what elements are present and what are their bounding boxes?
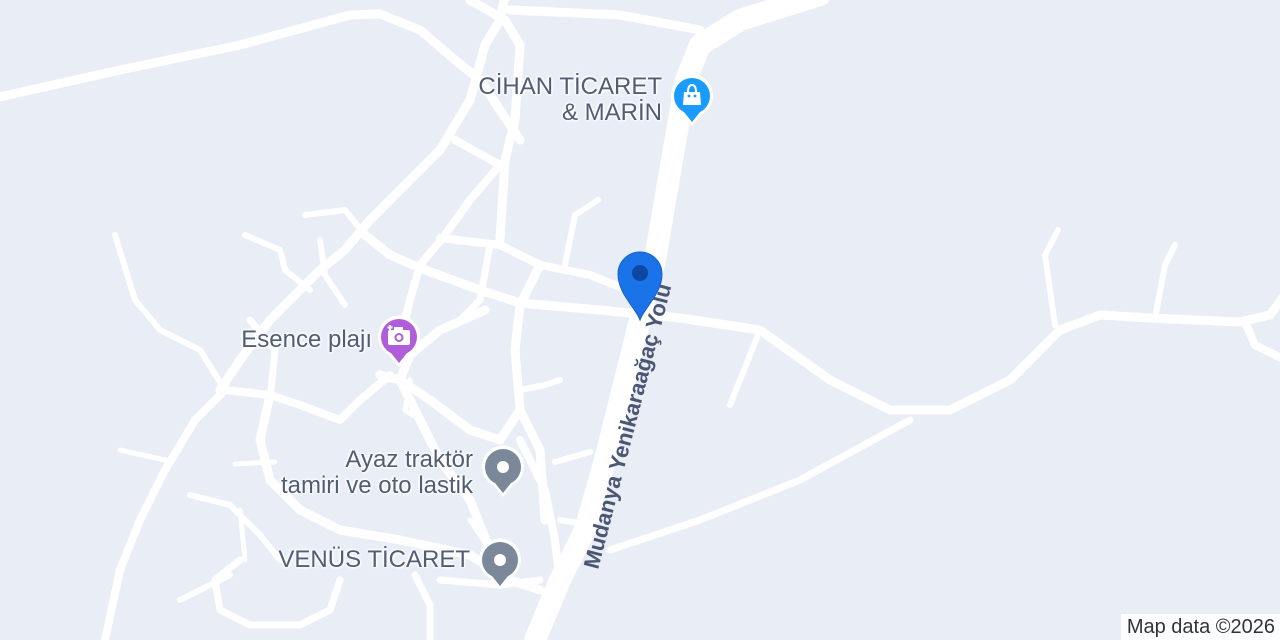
map-attribution[interactable]: Map data ©2026 (1120, 614, 1280, 640)
location-marker-icon[interactable] (612, 246, 668, 322)
place-name-line: & MARİN (561, 99, 662, 126)
place-label-ayaz-traktor[interactable]: Ayaz traktör tamiri ve oto lastik (281, 447, 473, 499)
place-name-line: VENÜS TİCARET (278, 546, 470, 573)
generic-place-icon[interactable] (476, 536, 524, 592)
place-label-venus-ticaret[interactable]: VENÜS TİCARET (278, 547, 470, 573)
place-label-cihan-ticaret[interactable]: CİHAN TİCARET & MARİN (478, 74, 662, 126)
road-label-mudanya: Mudanya Yenikaraağaç Yolu (579, 281, 677, 571)
place-label-esence-plaji[interactable]: Esence plajı (241, 327, 372, 353)
map-canvas[interactable]: Mudanya Yenikaraağaç Yolu CİHAN TİCARET … (0, 0, 1280, 640)
camera-icon[interactable] (375, 313, 423, 369)
place-name-line: Esence plajı (241, 326, 372, 353)
shopping-bag-icon[interactable] (668, 72, 716, 128)
place-name-line: Ayaz traktör (345, 446, 473, 473)
place-name-line: CİHAN TİCARET (478, 73, 662, 100)
place-name-line: tamiri ve oto lastik (280, 472, 473, 499)
generic-place-icon[interactable] (479, 443, 527, 499)
